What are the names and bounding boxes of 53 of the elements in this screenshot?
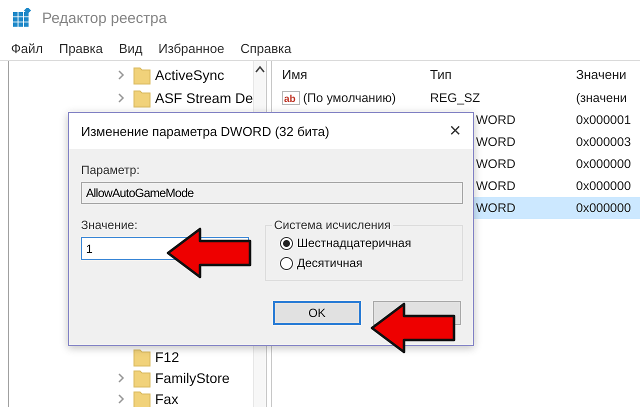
column-header[interactable]: Имя [272,66,420,82]
field-label: Значение: [81,218,139,232]
radio-label[interactable]: Десятичная [297,256,363,270]
table-cell: WORD [476,113,516,127]
close-button[interactable]: × [447,120,463,142]
menu-item[interactable]: Справка [240,40,292,56]
table-cell: (значени [576,91,627,105]
radio-button[interactable] [280,236,293,250]
table-cell: REG_SZ [430,91,480,105]
chevron-icon[interactable] [117,394,125,404]
table-cell: (По умолчанию) [303,91,396,105]
table-cell: 0x000000 [576,157,631,171]
column-header[interactable]: Тип [420,66,566,82]
scroll-up-icon[interactable] [255,65,266,73]
menu-item[interactable]: Правка [58,40,103,56]
folder-icon [133,346,151,366]
radio-label[interactable]: Шестнадцатеричная [297,236,412,250]
arrow-icon [166,227,252,279]
arrow-icon [370,302,456,354]
table-cell: 0x000000 [576,201,631,215]
chevron-icon[interactable] [117,372,125,382]
menu-item[interactable]: Избранное [158,40,224,56]
chevron-icon[interactable] [117,70,125,80]
table-cell: WORD [476,157,516,171]
tree-item[interactable]: F12 [155,348,180,364]
table-cell: WORD [476,135,516,149]
radio-button[interactable] [280,256,293,270]
folder-icon [133,88,151,108]
parameter-field[interactable]: AllowAutoGameMode [81,182,463,204]
menu-item[interactable]: Файл [11,40,43,56]
string-value-icon: ab [282,91,300,105]
folder-icon [133,368,151,388]
app-icon [12,8,32,28]
folder-icon [133,64,151,84]
tree-item[interactable]: ASF Stream De [155,90,254,106]
table-cell: 0x000003 [576,135,631,149]
folder-icon [133,388,151,407]
chevron-icon[interactable] [117,92,125,102]
tree-item[interactable]: ActiveSync [155,66,224,82]
table-cell: 0x000000 [576,179,631,193]
table-cell: WORD [476,201,516,215]
ok-button[interactable]: OK [273,301,361,325]
table-cell: 0x000001 [576,113,631,127]
menu-item[interactable]: Вид [118,40,142,56]
dialog-title: Изменение параметра DWORD (32 бита) [81,124,330,138]
tree-item[interactable]: Fax [155,390,178,406]
column-header[interactable]: Значени [566,66,640,82]
group-label: Система исчисления [273,218,392,232]
registry-row[interactable]: ab (По умолчанию) REG_SZ (значени [272,87,640,109]
field-label: Параметр: [81,163,141,177]
tree-item[interactable]: FamilyStore [155,370,230,386]
table-cell: WORD [476,179,516,193]
window-title: Редактор реестра [42,10,167,26]
